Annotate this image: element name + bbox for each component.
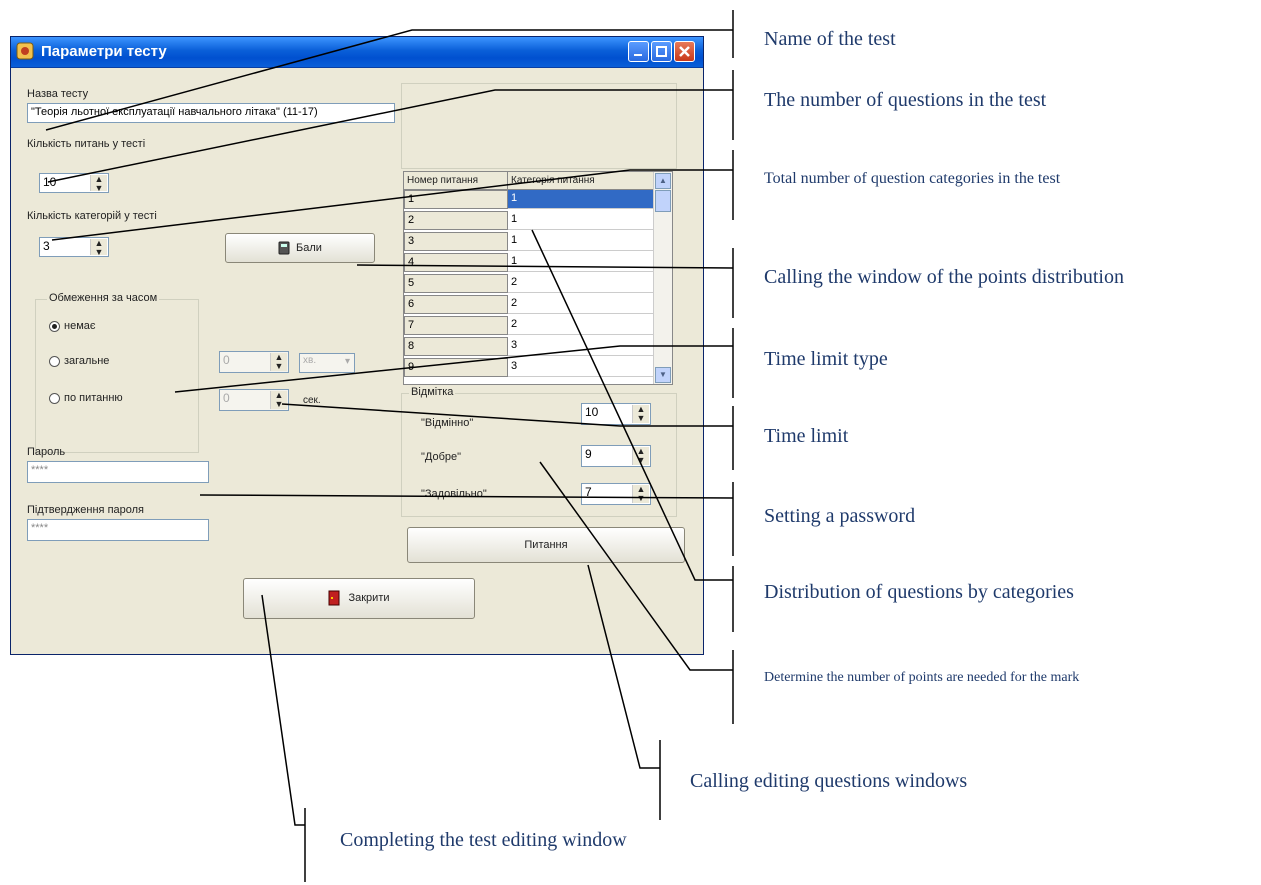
annotation-lines <box>45 10 734 882</box>
annotation-mark-points: Determine the number of points are neede… <box>764 670 1080 685</box>
annotation-total-categories: Total number of question categories in t… <box>764 170 1061 187</box>
annotation-time-limit-type: Time limit type <box>764 348 888 370</box>
annotation-setting-password: Setting a password <box>764 505 916 527</box>
annotation-distribution: Distribution of questions by categories <box>764 581 1074 603</box>
annotation-name-of-test: Name of the test <box>764 28 896 50</box>
annotation-editing-questions: Calling editing questions windows <box>690 770 968 792</box>
annotation-time-limit: Time limit <box>764 425 849 447</box>
annotation-points-window: Calling the window of the points distrib… <box>764 266 1124 288</box>
annotation-number-of-questions: The number of questions in the test <box>764 89 1047 111</box>
annotation-completing: Completing the test editing window <box>340 829 627 851</box>
